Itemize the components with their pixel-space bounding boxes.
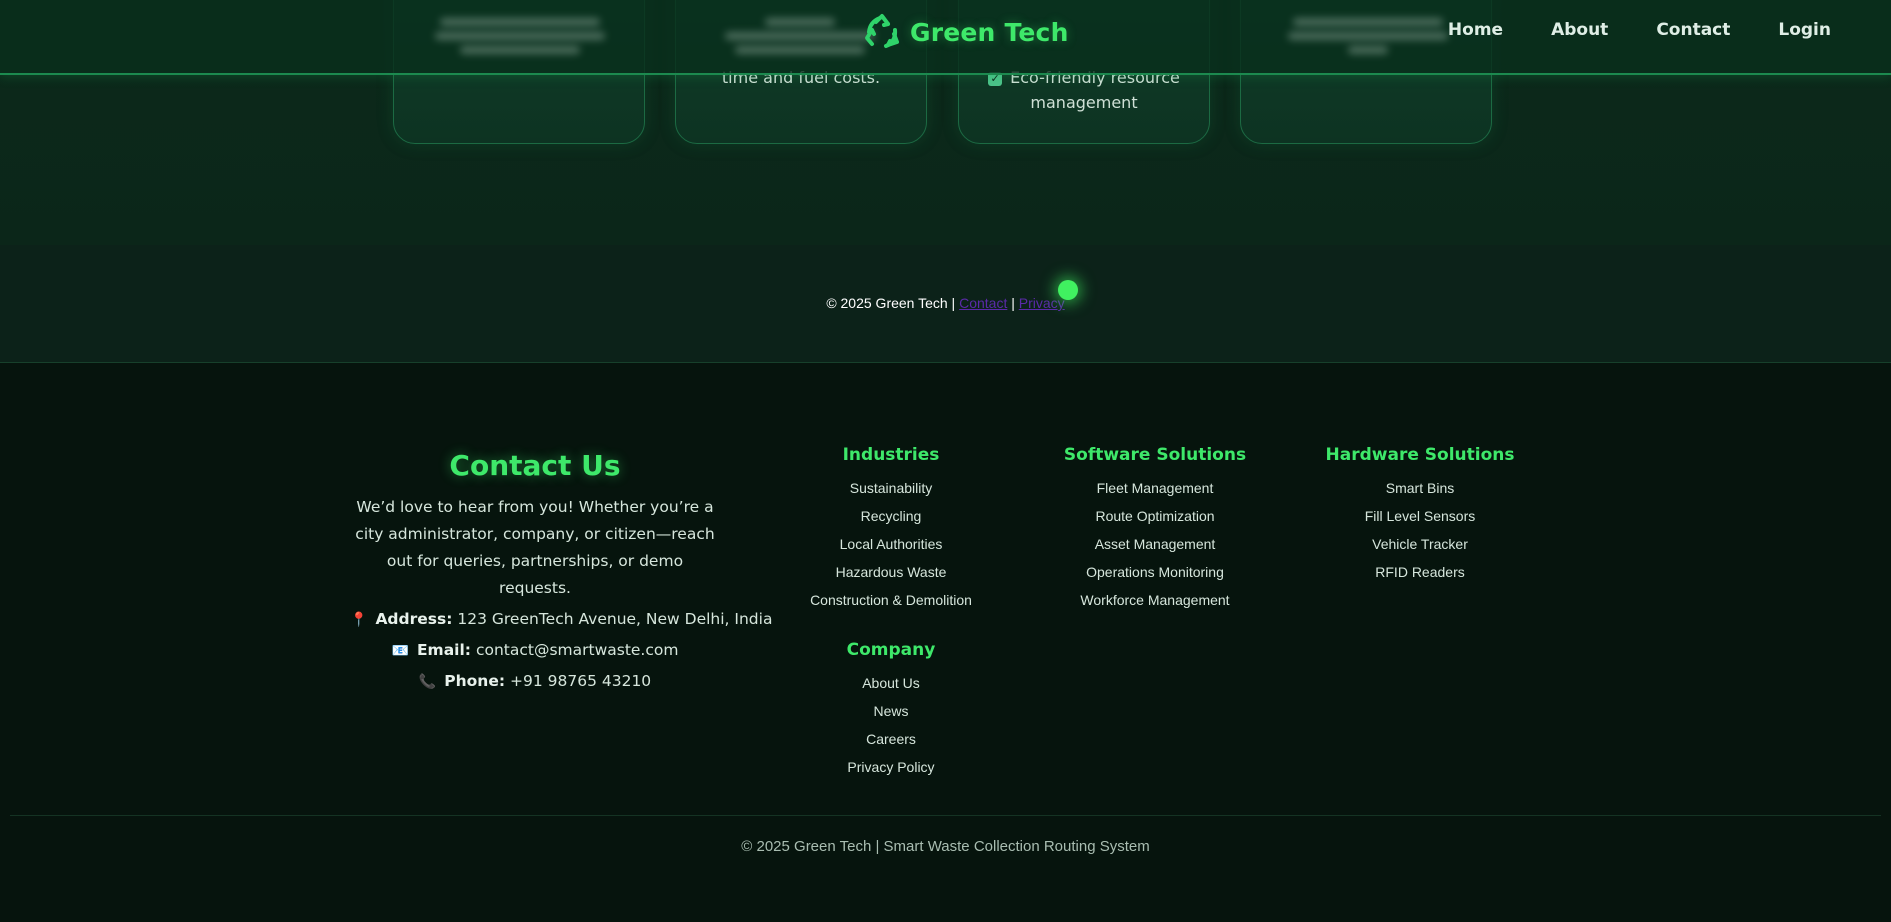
footer-link-local-authorities[interactable]: Local Authorities [791, 530, 991, 558]
mini-footer-text: © 2025 Green Tech | Contact | Privacy [826, 295, 1065, 311]
footer-link-careers[interactable]: Careers [791, 725, 991, 753]
contact-section: Contact Us We’d love to hear from you! W… [350, 449, 773, 703]
footer-link-privacy-policy[interactable]: Privacy Policy [791, 753, 991, 781]
mini-footer-contact-link[interactable]: Contact [959, 295, 1007, 311]
mini-footer: © 2025 Green Tech | Contact | Privacy [0, 245, 1891, 363]
mini-footer-privacy-link[interactable]: Privacy [1019, 295, 1065, 311]
footer-link-sustainability[interactable]: Sustainability [791, 474, 991, 502]
company-column: Company About Us News Careers Privacy Po… [791, 640, 991, 781]
software-column: Software Solutions Fleet Management Rout… [1045, 445, 1265, 614]
nav-login[interactable]: Login [1778, 20, 1831, 40]
footer-copyright: © 2025 Green Tech | Smart Waste Collecti… [741, 838, 1150, 855]
footer-link-fleet-management[interactable]: Fleet Management [1045, 474, 1265, 502]
cursor-glow-dot [1058, 280, 1078, 300]
nav-home[interactable]: Home [1448, 20, 1503, 40]
footer-link-operations-monitoring[interactable]: Operations Monitoring [1045, 558, 1265, 586]
hardware-column: Hardware Solutions Smart Bins Fill Level… [1310, 445, 1530, 586]
hardware-title: Hardware Solutions [1325, 445, 1515, 465]
brand-name: Green Tech [910, 17, 1069, 47]
contact-intro: We’d love to hear from you! Whether you’… [355, 498, 715, 597]
site-footer: Contact Us We’d love to hear from you! W… [0, 363, 1891, 922]
contact-phone[interactable]: 📞 Phone: +91 98765 43210 [350, 672, 720, 690]
industries-column: Industries Sustainability Recycling Loca… [791, 445, 991, 614]
footer-link-workforce-management[interactable]: Workforce Management [1045, 586, 1265, 614]
nav-contact[interactable]: Contact [1656, 20, 1730, 40]
footer-link-about-us[interactable]: About Us [791, 669, 991, 697]
footer-link-fill-level-sensors[interactable]: Fill Level Sensors [1310, 502, 1530, 530]
pin-icon: 📍 [350, 612, 368, 628]
footer-divider [10, 815, 1881, 816]
footer-link-news[interactable]: News [791, 697, 991, 725]
contact-email[interactable]: 📧 Email: contact@smartwaste.com [350, 641, 720, 659]
footer-link-asset-management[interactable]: Asset Management [1045, 530, 1265, 558]
footer-link-vehicle-tracker[interactable]: Vehicle Tracker [1310, 530, 1530, 558]
phone-icon: 📞 [418, 674, 437, 690]
contact-title: Contact Us [449, 449, 621, 482]
footer-link-smart-bins[interactable]: Smart Bins [1310, 474, 1530, 502]
footer-link-construction[interactable]: Construction & Demolition [791, 586, 991, 614]
contact-address: 📍 Address: 123 GreenTech Avenue, New Delh… [350, 610, 773, 628]
footer-link-recycling[interactable]: Recycling [791, 502, 991, 530]
main-nav: Home About Contact Login [1448, 20, 1831, 40]
footer-link-rfid-readers[interactable]: RFID Readers [1310, 558, 1530, 586]
footer-link-route-optimization[interactable]: Route Optimization [1045, 502, 1265, 530]
brand-logo[interactable]: Green Tech [862, 10, 1069, 54]
recycle-icon [865, 14, 899, 48]
software-title: Software Solutions [1063, 445, 1247, 465]
mail-icon: 📧 [391, 643, 409, 659]
navbar: Green Tech Home About Contact Login [0, 0, 1891, 75]
nav-about[interactable]: About [1551, 20, 1608, 40]
footer-link-hazardous-waste[interactable]: Hazardous Waste [791, 558, 991, 586]
industries-title: Industries [842, 445, 940, 465]
company-title: Company [846, 640, 936, 660]
